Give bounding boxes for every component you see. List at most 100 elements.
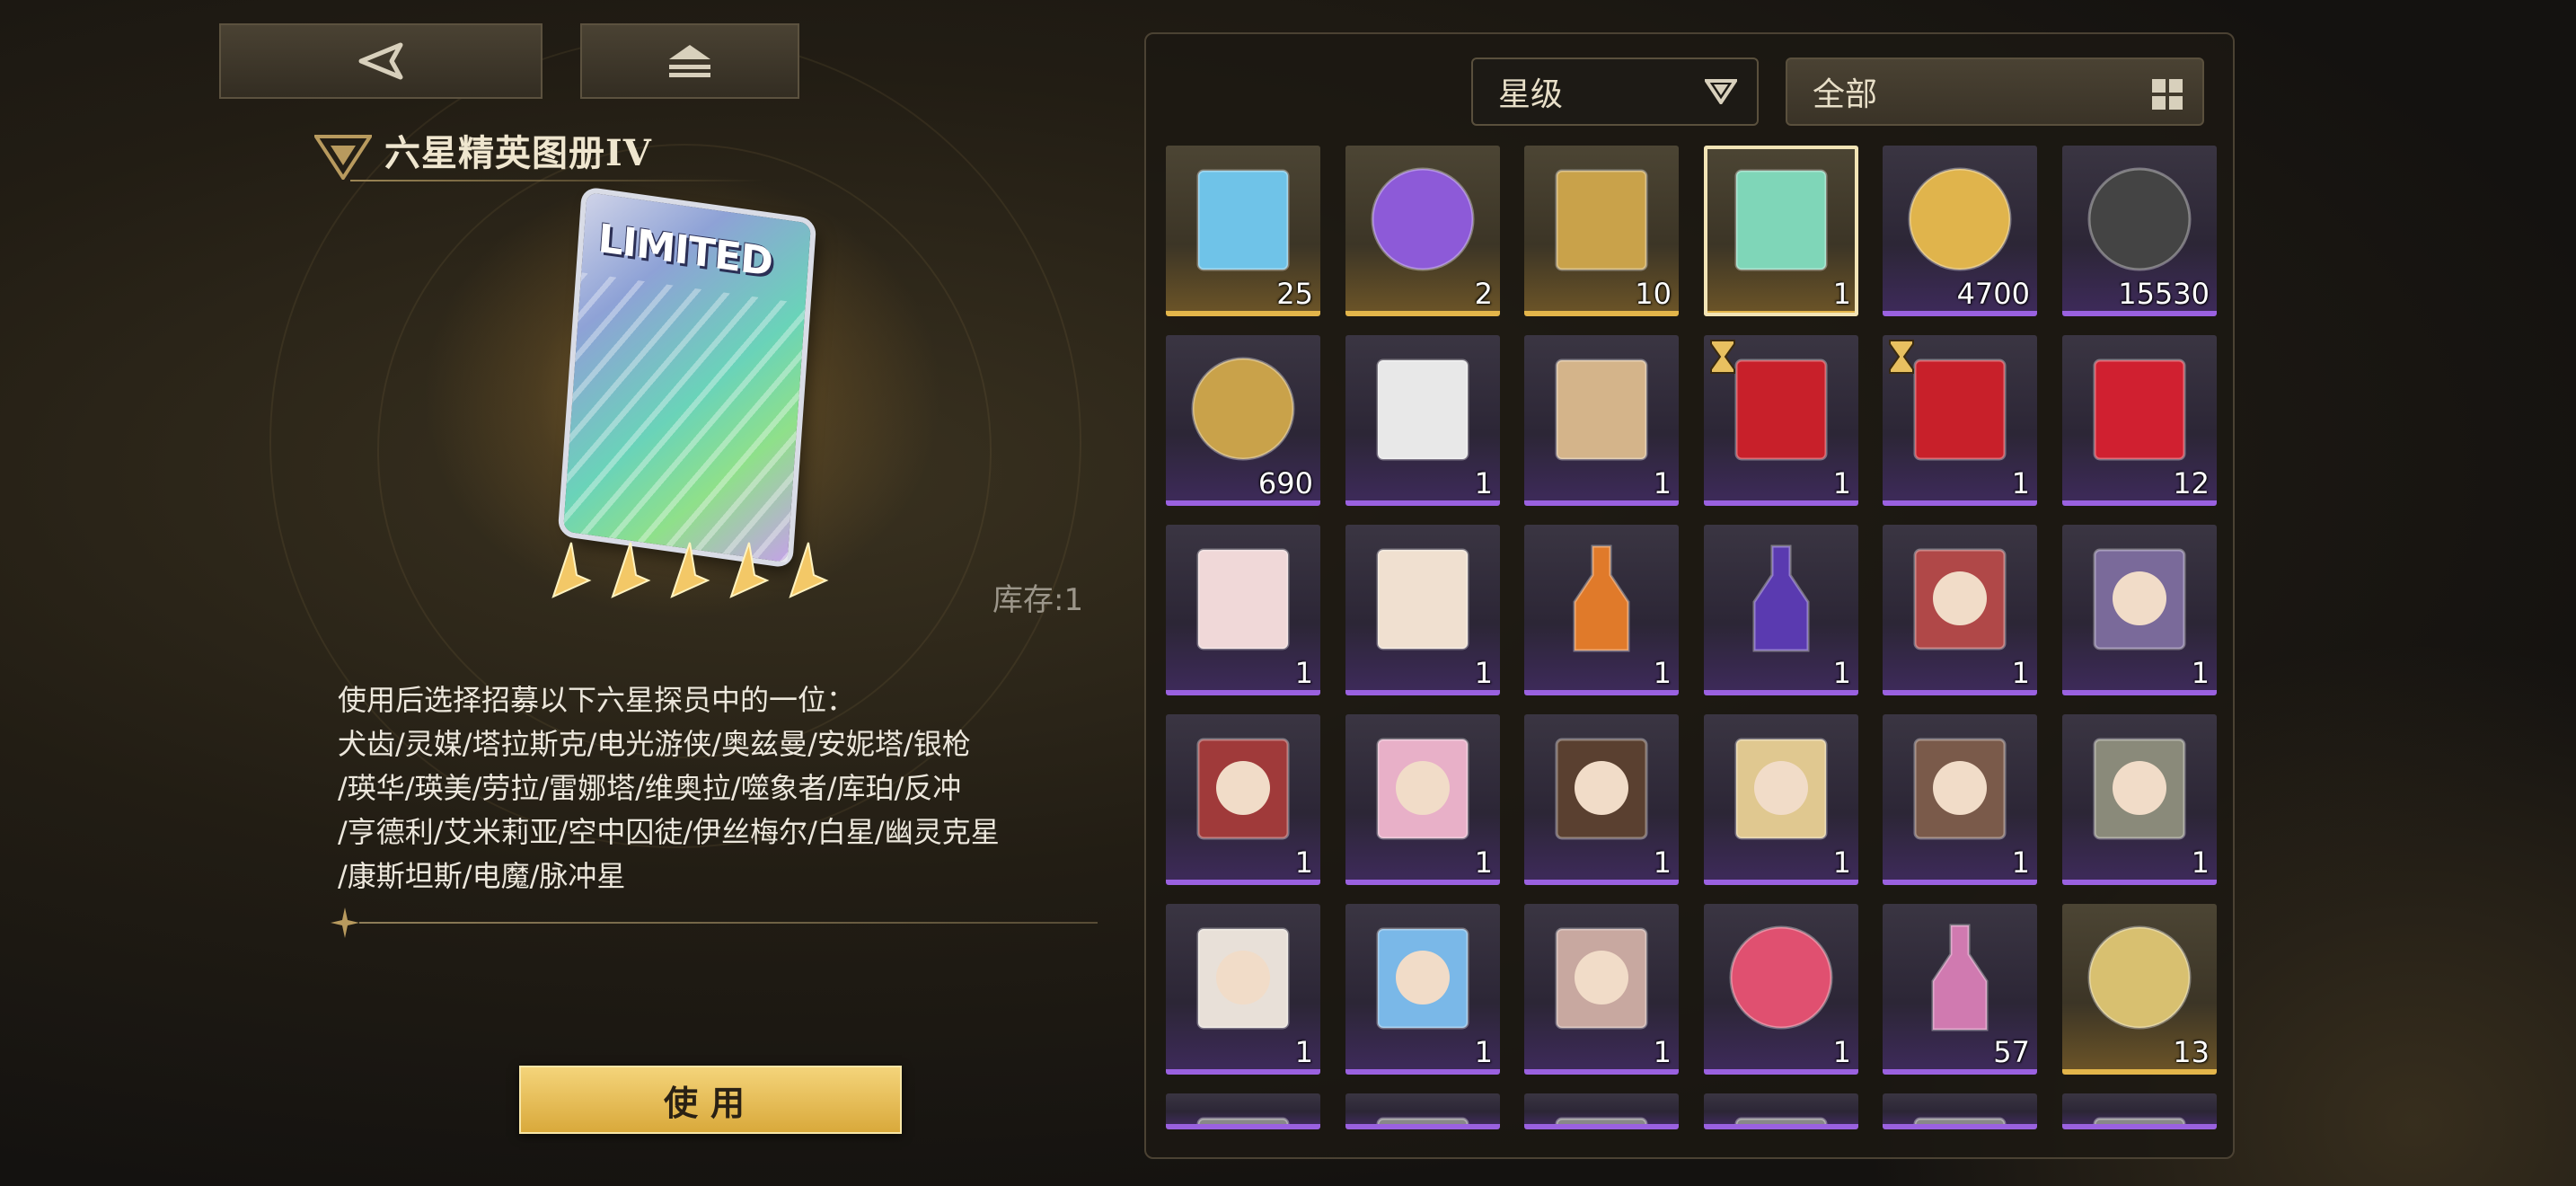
inventory-tile[interactable]: 1 xyxy=(1704,904,1858,1075)
stock-count: 库存:1 xyxy=(992,582,1084,618)
item-count: 1 xyxy=(1294,656,1313,690)
card-label: LIMITED xyxy=(596,216,774,286)
inventory-tile[interactable] xyxy=(1345,1093,1500,1129)
inventory-tile[interactable]: 1 xyxy=(1524,335,1679,506)
inventory-tile[interactable] xyxy=(1704,1093,1858,1129)
inventory-tile[interactable]: 1 xyxy=(1524,714,1679,885)
item-count: 1 xyxy=(2191,656,2210,690)
inventory-tile[interactable]: 25 xyxy=(1166,146,1320,316)
partial-4-icon xyxy=(1734,1117,1828,1124)
clipboard-icon xyxy=(1555,358,1648,461)
item-count: 1 xyxy=(1832,277,1851,311)
category-filter-label: 全部 xyxy=(1813,76,1878,113)
noodle-card-icon xyxy=(1196,548,1290,651)
portrait-grey-hair-icon xyxy=(1555,927,1648,1030)
portrait-pink-hair-icon xyxy=(1376,738,1469,840)
partial-3-icon xyxy=(1555,1117,1648,1124)
description-divider xyxy=(359,922,1098,924)
item-count: 1 xyxy=(2011,845,2030,880)
grid-icon xyxy=(2152,79,2183,110)
item-count: 1 xyxy=(1294,845,1313,880)
item-count: 1 xyxy=(2011,466,2030,500)
item-count: 1 xyxy=(1474,1035,1493,1069)
moggy-gift-icon xyxy=(2093,358,2186,461)
inventory-tile[interactable]: 12 xyxy=(2062,335,2217,506)
item-title: 六星精英图册IV xyxy=(384,132,652,174)
hourglass-icon xyxy=(1889,340,1914,374)
film-crosshair-icon xyxy=(1555,169,1648,271)
partial-1-icon xyxy=(1196,1117,1290,1124)
item-count: 1 xyxy=(1832,1035,1851,1069)
item-count: 1 xyxy=(1474,466,1493,500)
inventory-tile[interactable]: 1 xyxy=(1345,904,1500,1075)
inventory-grid: 25 2 10 1 4700 15530 690 1 1 1 1 12 1 1 1 1 1 1 1 1 1 1 1 1 1 1 1 1… xyxy=(1166,146,2226,1152)
star-icon xyxy=(611,542,651,598)
limited-album-icon xyxy=(1734,169,1828,271)
letter-pen-icon xyxy=(1376,358,1469,461)
inventory-tile[interactable]: 1 xyxy=(1704,714,1858,885)
portrait-robot-icon xyxy=(2093,548,2186,651)
eject-icon xyxy=(669,45,710,77)
inventory-tile[interactable]: 1 xyxy=(1883,714,2037,885)
inventory-tile[interactable]: 690 xyxy=(1166,335,1320,506)
use-button[interactable]: 使用 xyxy=(519,1066,902,1134)
inventory-tile[interactable]: 10 xyxy=(1524,146,1679,316)
inventory-tile[interactable]: 1 xyxy=(1524,525,1679,695)
inventory-tile[interactable]: 1 xyxy=(1345,335,1500,506)
portrait-red-hair-icon xyxy=(1913,548,2007,651)
inventory-tile[interactable]: 1 xyxy=(1704,335,1858,506)
inventory-tile[interactable]: 1 xyxy=(1166,904,1320,1075)
inventory-tile[interactable] xyxy=(1166,1093,1320,1129)
portrait-blonde-icon xyxy=(1734,738,1828,840)
item-count: 1 xyxy=(1653,1035,1672,1069)
item-count: 2 xyxy=(1474,277,1493,311)
item-count: 1 xyxy=(1653,845,1672,880)
inventory-tile[interactable]: 1 xyxy=(2062,525,2217,695)
rarity-filter-dropdown[interactable]: 星级 xyxy=(1471,58,1759,126)
orange-bottle-icon xyxy=(1573,544,1630,652)
inventory-tile[interactable]: 1 xyxy=(1345,525,1500,695)
partial-2-icon xyxy=(1376,1117,1469,1124)
inventory-tile[interactable]: 1 xyxy=(1345,714,1500,885)
inventory-tile[interactable]: 1 xyxy=(1883,525,2037,695)
inventory-tile[interactable]: 57 xyxy=(1883,904,2037,1075)
item-count: 690 xyxy=(1257,466,1313,500)
item-count: 1 xyxy=(1294,1035,1313,1069)
portrait-white-hair-icon xyxy=(1196,927,1290,1030)
inventory-tile[interactable]: 2 xyxy=(1345,146,1500,316)
inventory-tile[interactable]: 1 xyxy=(1883,335,2037,506)
item-count: 1 xyxy=(1474,656,1493,690)
inventory-tile[interactable] xyxy=(2062,1093,2217,1129)
purple-bottle-icon xyxy=(1752,544,1810,652)
inventory-tile[interactable]: 1 xyxy=(1524,904,1679,1075)
inventory-tile[interactable]: 1 xyxy=(1704,146,1858,316)
red-box-icon xyxy=(1734,358,1828,461)
triangle-emblem-icon xyxy=(314,135,372,180)
inventory-tile[interactable]: 4700 xyxy=(1883,146,2037,316)
inventory-tile[interactable] xyxy=(1524,1093,1679,1129)
item-art-card: LIMITED xyxy=(563,191,811,563)
star-icon xyxy=(729,542,770,598)
bento-card-icon xyxy=(1376,548,1469,651)
inventory-tile[interactable]: 13 xyxy=(2062,904,2217,1075)
inventory-tile[interactable]: 1 xyxy=(1166,714,1320,885)
item-count: 1 xyxy=(1653,656,1672,690)
inventory-tile[interactable]: 1 xyxy=(2062,714,2217,885)
back-arrow-icon xyxy=(358,42,403,80)
item-description: 使用后选择招募以下六星探员中的一位： 犬齿/灵媒/塔拉斯克/电光游侠/奥兹曼/安… xyxy=(338,683,1000,893)
inventory-tile[interactable]: 1 xyxy=(1704,525,1858,695)
portrait-wolf-icon xyxy=(2093,738,2186,840)
back-button[interactable] xyxy=(219,23,543,99)
inventory-tile[interactable] xyxy=(1883,1093,2037,1129)
gold-orb-icon xyxy=(1908,167,2012,271)
item-count: 1 xyxy=(2191,845,2210,880)
category-filter[interactable]: 全部 xyxy=(1786,58,2204,126)
item-count: 1 xyxy=(1653,466,1672,500)
bcr-gold-disc-icon xyxy=(2087,925,2192,1030)
inventory-tile[interactable]: 1 xyxy=(1166,525,1320,695)
collapse-button[interactable] xyxy=(580,23,799,99)
inventory-tile[interactable]: 15530 xyxy=(2062,146,2217,316)
item-count: 1 xyxy=(1474,845,1493,880)
item-count: 1 xyxy=(1832,466,1851,500)
star-icon xyxy=(670,542,710,598)
